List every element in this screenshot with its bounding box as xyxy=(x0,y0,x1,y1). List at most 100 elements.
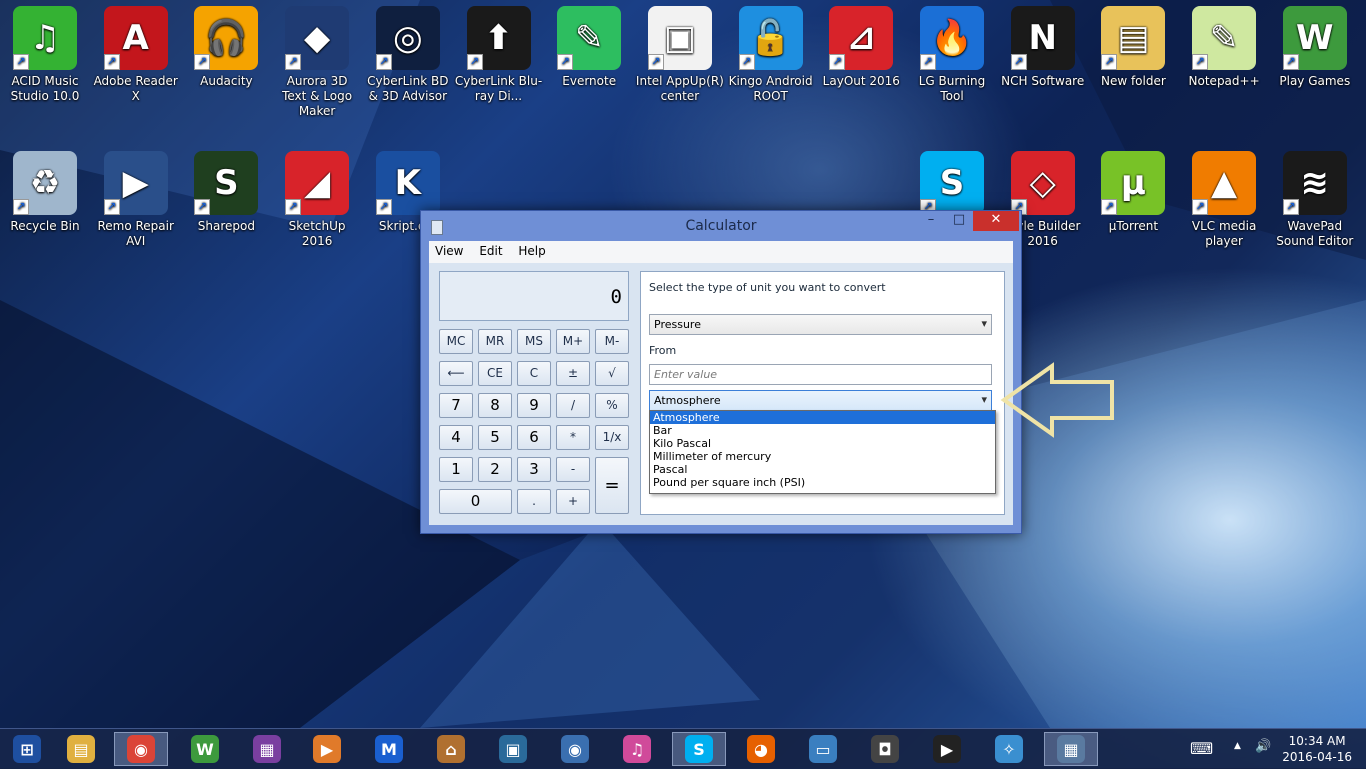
memory-store-button[interactable]: MS xyxy=(517,329,551,354)
option-millimeter-of-mercury[interactable]: Millimeter of mercury xyxy=(650,450,995,463)
digit-3-button[interactable]: 3 xyxy=(517,457,551,482)
desktop-icon[interactable]: ◆ ↗ Aurora 3D Text & Logo Maker xyxy=(273,0,361,119)
taskbar-institution[interactable]: ⌂ xyxy=(424,732,478,766)
memory-subtract-button[interactable]: M- xyxy=(595,329,629,354)
taskbar-malwarebytes[interactable]: M xyxy=(362,732,416,766)
desktop-icon[interactable]: ◎ ↗ CyberLink BD & 3D Advisor xyxy=(364,0,452,104)
taskbar-firefox[interactable]: ◕ xyxy=(734,732,788,766)
digit-1-button[interactable]: 1 xyxy=(439,457,473,482)
desktop-icon[interactable]: 🎧 ↗ Audacity xyxy=(182,0,270,89)
play-games-icon: W ↗ xyxy=(1282,6,1347,70)
taskbar-hero-cam[interactable]: ◘ xyxy=(858,732,912,766)
desktop-icon[interactable]: ⊿ ↗ LayOut 2016 xyxy=(817,0,905,89)
option-bar[interactable]: Bar xyxy=(650,424,995,437)
title-bar[interactable]: Calculator – □ ✕ xyxy=(421,211,1021,241)
desktop-icon[interactable]: ✎ ↗ Evernote xyxy=(545,0,633,89)
add-button[interactable]: + xyxy=(556,489,590,514)
maximize-button[interactable]: □ xyxy=(945,211,973,231)
reciprocal-button[interactable]: 1/x xyxy=(595,425,629,450)
digit-8-button[interactable]: 8 xyxy=(478,393,512,418)
keyboard-icon[interactable]: ⌨ xyxy=(1190,739,1213,758)
taskbar-safari[interactable]: ✧ xyxy=(982,732,1036,766)
option-kilo-pascal[interactable]: Kilo Pascal xyxy=(650,437,995,450)
menu-view[interactable]: View xyxy=(429,241,469,261)
taskbar-webcam[interactable]: ◉ xyxy=(548,732,602,766)
close-button[interactable]: ✕ xyxy=(973,211,1019,231)
equals-button[interactable]: = xyxy=(595,457,629,514)
shortcut-arrow-icon: ↗ xyxy=(103,199,120,215)
desktop-icon[interactable]: ▣ ↗ Intel AppUp(R) center xyxy=(636,0,724,104)
digit-7-button[interactable]: 7 xyxy=(439,393,473,418)
taskbar-chrome[interactable]: ◉ xyxy=(114,732,168,766)
percent-button[interactable]: % xyxy=(595,393,629,418)
digit-2-button[interactable]: 2 xyxy=(478,457,512,482)
volume-icon[interactable]: 🔊 xyxy=(1255,739,1271,754)
desktop-icon-label: Intel AppUp(R) center xyxy=(635,74,724,103)
square-root-button[interactable]: √ xyxy=(595,361,629,386)
taskbar-remote-desktop[interactable]: ▭ xyxy=(796,732,850,766)
desktop-icon[interactable]: 🔥 ↗ LG Burning Tool xyxy=(908,0,996,104)
digit-6-button[interactable]: 6 xyxy=(517,425,551,450)
clear-entry-button[interactable]: CE xyxy=(478,361,512,386)
desktop-icon[interactable]: 🔓 ↗ Kingo Android ROOT xyxy=(727,0,815,104)
digit-0-button[interactable]: 0 xyxy=(439,489,512,514)
desktop-icon[interactable]: ⬆ ↗ CyberLink Blu-ray Di... xyxy=(455,0,543,104)
clock-time: 10:34 AM xyxy=(1288,734,1346,748)
desktop-icon[interactable]: ✎ ↗ Notepad++ xyxy=(1180,0,1268,89)
cyberlink-bluray-icon: ⬆ ↗ xyxy=(466,6,531,70)
multiply-button[interactable]: * xyxy=(556,425,590,450)
memory-clear-button[interactable]: MC xyxy=(439,329,473,354)
desktop-icon[interactable]: ♫ ↗ ACID Music Studio 10.0 xyxy=(1,0,89,104)
taskbar-media-player[interactable]: ▶ xyxy=(300,732,354,766)
menu-help[interactable]: Help xyxy=(512,241,551,261)
desktop-icon[interactable]: ▤ ↗ New folder xyxy=(1089,0,1177,89)
desktop-icon-label: CyberLink Blu-ray Di... xyxy=(454,74,543,103)
option-pascal[interactable]: Pascal xyxy=(650,463,995,476)
memory-recall-button[interactable]: MR xyxy=(478,329,512,354)
digit-9-button[interactable]: 9 xyxy=(517,393,551,418)
shortcut-arrow-icon: ↗ xyxy=(103,54,120,70)
unit-type-select[interactable]: Pressure ▾ xyxy=(649,314,992,335)
subtract-button[interactable]: - xyxy=(556,457,590,482)
from-value-input[interactable]: Enter value xyxy=(649,364,992,385)
unit-type-value: Pressure xyxy=(654,318,701,331)
decimal-button[interactable]: . xyxy=(517,489,551,514)
system-clock[interactable]: 10:34 AM 2016-04-16 xyxy=(1282,733,1352,765)
taskbar-skype[interactable]: S xyxy=(672,732,726,766)
taskbar-calculator[interactable]: ▦ xyxy=(1044,732,1098,766)
memory-add-button[interactable]: M+ xyxy=(556,329,590,354)
taskbar-start-button[interactable]: ⊞ xyxy=(0,732,54,766)
desktop-icon[interactable]: A ↗ Adobe Reader X xyxy=(92,0,180,104)
option-atmosphere[interactable]: Atmosphere xyxy=(650,411,995,424)
taskbar-media-play[interactable]: ▶ xyxy=(920,732,974,766)
menu-edit[interactable]: Edit xyxy=(473,241,508,261)
taskbar-file-explorer[interactable]: ▤ xyxy=(54,732,108,766)
taskbar-play-games[interactable]: W xyxy=(178,732,232,766)
desktop-icon[interactable]: N ↗ NCH Software xyxy=(999,0,1087,89)
desktop-icon[interactable]: ▶ ↗ Remo Repair AVI xyxy=(92,145,180,249)
desktop-icon[interactable]: S ↗ Sharepod xyxy=(182,145,270,234)
divide-button[interactable]: / xyxy=(556,393,590,418)
desktop-icon-label: µTorrent xyxy=(1108,219,1159,233)
taskbar-itunes[interactable]: ♫ xyxy=(610,732,664,766)
negate-button[interactable]: ± xyxy=(556,361,590,386)
desktop-icon[interactable]: ◢ ↗ SketchUp 2016 xyxy=(273,145,361,249)
desktop-icon[interactable]: ▲ ↗ VLC media player xyxy=(1180,145,1268,249)
backspace-button[interactable]: ⟵ xyxy=(439,361,473,386)
taskbar-winrar[interactable]: ▦ xyxy=(240,732,294,766)
clear-button[interactable]: C xyxy=(517,361,551,386)
desktop-icon[interactable]: ≋ ↗ WavePad Sound Editor xyxy=(1271,145,1359,249)
minimize-button[interactable]: – xyxy=(917,211,945,231)
option-psi[interactable]: Pound per square inch (PSI) xyxy=(650,476,995,489)
desktop-icon-label: Evernote xyxy=(562,74,617,88)
intel-appup-icon: ▣ ↗ xyxy=(647,6,712,70)
desktop-icon[interactable]: µ ↗ µTorrent xyxy=(1089,145,1177,234)
desktop-icon[interactable]: W ↗ Play Games xyxy=(1271,0,1359,89)
digit-4-button[interactable]: 4 xyxy=(439,425,473,450)
digit-5-button[interactable]: 5 xyxy=(478,425,512,450)
taskbar-video-converter[interactable]: ▣ xyxy=(486,732,540,766)
chevron-up-icon[interactable]: ▲ xyxy=(1234,741,1241,751)
style-builder-icon: ◇ ↗ xyxy=(1010,151,1075,215)
desktop-icon[interactable]: ♻ ↗ Recycle Bin xyxy=(1,145,89,234)
from-unit-select[interactable]: Atmosphere ▾ xyxy=(649,390,992,411)
